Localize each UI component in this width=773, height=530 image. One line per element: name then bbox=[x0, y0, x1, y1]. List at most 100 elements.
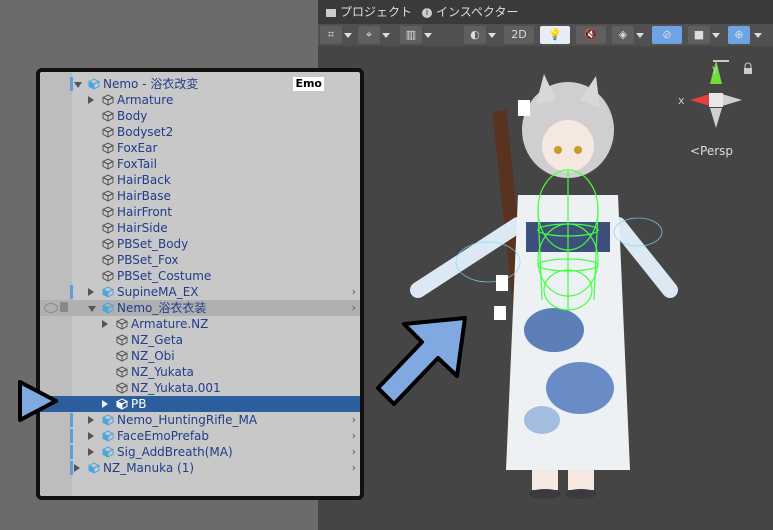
list-item[interactable]: Nemo_浴衣衣装 › bbox=[40, 300, 360, 316]
list-item-label: HairFront bbox=[117, 205, 172, 219]
hierarchy-panel[interactable]: Nemo - 浴衣改変 Emo Armature Body Bodyset2 FoxEar… bbox=[36, 68, 364, 500]
list-item-label: FoxEar bbox=[117, 141, 158, 155]
scene-view[interactable]: プロジェクト iインスペクター ⌗ ⌖ ▥ ◐ 2D 💡 🔇 ◈ ⊘ ■ ⊕ bbox=[318, 0, 773, 530]
lock-icon[interactable] bbox=[744, 62, 752, 74]
list-item-label: NZ_Obi bbox=[131, 349, 175, 363]
list-item[interactable]: FaceEmoPrefab › bbox=[40, 428, 360, 444]
list-item-label: NZ_Yukata bbox=[131, 365, 194, 379]
list-item[interactable]: HairFront bbox=[40, 204, 360, 220]
list-item[interactable]: NZ_Yukata.001 bbox=[40, 380, 360, 396]
prefab-override-bar bbox=[70, 445, 73, 459]
status-badge: Emo bbox=[293, 77, 324, 91]
prefab-cube-icon bbox=[102, 430, 114, 442]
gameobject-cube-icon bbox=[102, 142, 114, 154]
list-item[interactable]: PB bbox=[40, 396, 360, 412]
gameobject-cube-icon bbox=[102, 270, 114, 282]
list-item-label: HairSide bbox=[117, 221, 168, 235]
avatar-model[interactable] bbox=[410, 74, 678, 499]
list-item[interactable]: FoxTail bbox=[40, 156, 360, 172]
list-item-label: Body bbox=[117, 109, 148, 123]
chevron-right-icon[interactable]: › bbox=[352, 428, 356, 444]
visibility-eye-icon[interactable] bbox=[44, 303, 58, 313]
gameobject-cube-icon bbox=[102, 238, 114, 250]
pickable-hand-icon[interactable] bbox=[60, 302, 68, 312]
list-item[interactable]: FoxEar bbox=[40, 140, 360, 156]
list-item[interactable]: NZ_Manuka (1) › bbox=[40, 460, 360, 476]
list-item[interactable]: Sig_AddBreath(MA) › bbox=[40, 444, 360, 460]
list-item[interactable]: Bodyset2 bbox=[40, 124, 360, 140]
gameobject-cube-icon bbox=[102, 94, 114, 106]
chevron-right-icon[interactable]: › bbox=[352, 284, 356, 300]
list-item[interactable]: HairBack bbox=[40, 172, 360, 188]
gameobject-cube-icon bbox=[102, 158, 114, 170]
list-item[interactable]: Armature bbox=[40, 92, 360, 108]
prefab-cube-icon bbox=[102, 286, 114, 298]
list-item[interactable]: HairSide bbox=[40, 220, 360, 236]
gameobject-cube-icon bbox=[102, 254, 114, 266]
list-item-label: FaceEmoPrefab bbox=[117, 429, 210, 443]
list-item[interactable]: Nemo - 浴衣改変 Emo bbox=[40, 76, 360, 92]
prefab-override-bar bbox=[70, 413, 73, 427]
gameobject-cube-icon bbox=[116, 350, 128, 362]
gizmo-y-label: y bbox=[712, 64, 718, 75]
prefab-cube-icon bbox=[102, 302, 114, 314]
prefab-cube-icon bbox=[102, 414, 114, 426]
chevron-right-icon[interactable]: › bbox=[352, 444, 356, 460]
list-item-label: PB bbox=[131, 397, 147, 411]
collapsed-arrow-icon[interactable] bbox=[102, 400, 108, 408]
chevron-right-icon[interactable]: › bbox=[352, 300, 356, 316]
list-item-label: SupineMA_EX bbox=[117, 285, 199, 299]
list-item-label: HairBase bbox=[117, 189, 171, 203]
list-item[interactable]: SupineMA_EX › bbox=[40, 284, 360, 300]
prefab-cube-icon bbox=[116, 398, 128, 410]
collapsed-arrow-icon[interactable] bbox=[88, 96, 94, 104]
list-item-label: NZ_Manuka (1) bbox=[103, 461, 195, 475]
list-item[interactable]: NZ_Obi bbox=[40, 348, 360, 364]
prefab-override-bar bbox=[70, 461, 73, 475]
list-item-label: Nemo_浴衣衣装 bbox=[117, 301, 207, 315]
list-item[interactable]: PBSet_Costume bbox=[40, 268, 360, 284]
list-item-label: Armature.NZ bbox=[131, 317, 209, 331]
list-item[interactable]: HairBase bbox=[40, 188, 360, 204]
gameobject-cube-icon bbox=[116, 366, 128, 378]
list-item[interactable]: NZ_Yukata bbox=[40, 364, 360, 380]
gizmo-x-label: x bbox=[678, 94, 685, 107]
list-item-label: NZ_Yukata.001 bbox=[131, 381, 221, 395]
list-item[interactable]: Nemo_HuntingRifle_MA › bbox=[40, 412, 360, 428]
chevron-right-icon[interactable]: › bbox=[352, 460, 356, 476]
gameobject-cube-icon bbox=[116, 318, 128, 330]
collapsed-arrow-icon[interactable] bbox=[88, 288, 94, 296]
list-item-label: Bodyset2 bbox=[117, 125, 174, 139]
list-item-label: Nemo - 浴衣改変 bbox=[103, 77, 199, 91]
list-item[interactable]: Armature.NZ bbox=[40, 316, 360, 332]
gameobject-cube-icon bbox=[102, 126, 114, 138]
collapsed-arrow-icon[interactable] bbox=[88, 416, 94, 424]
list-item-label: HairBack bbox=[117, 173, 171, 187]
list-item[interactable]: PBSet_Fox bbox=[40, 252, 360, 268]
gameobject-cube-icon bbox=[102, 174, 114, 186]
prefab-cube-icon bbox=[88, 462, 100, 474]
scene-canvas bbox=[410, 60, 752, 499]
collapsed-arrow-icon[interactable] bbox=[102, 320, 108, 328]
gameobject-cube-icon bbox=[102, 206, 114, 218]
gameobject-cube-icon bbox=[102, 110, 114, 122]
prefab-override-bar bbox=[70, 77, 73, 91]
prefab-cube-icon bbox=[102, 446, 114, 458]
gameobject-cube-icon bbox=[102, 222, 114, 234]
collapsed-arrow-icon[interactable] bbox=[88, 432, 94, 440]
list-item-label: Sig_AddBreath(MA) bbox=[117, 445, 233, 459]
collapsed-arrow-icon[interactable] bbox=[74, 464, 80, 472]
perspective-label[interactable]: <Persp bbox=[690, 144, 733, 158]
expanded-arrow-icon[interactable] bbox=[74, 82, 82, 88]
gameobject-cube-icon bbox=[116, 334, 128, 346]
chevron-right-icon[interactable]: › bbox=[352, 412, 356, 428]
expanded-arrow-icon[interactable] bbox=[88, 306, 96, 312]
list-item-label: NZ_Geta bbox=[131, 333, 183, 347]
list-item[interactable]: NZ_Geta bbox=[40, 332, 360, 348]
gameobject-cube-icon bbox=[102, 190, 114, 202]
list-item[interactable]: PBSet_Body bbox=[40, 236, 360, 252]
collapsed-arrow-icon[interactable] bbox=[88, 448, 94, 456]
list-item[interactable]: Body bbox=[40, 108, 360, 124]
kebab-menu-icon[interactable] bbox=[713, 60, 729, 62]
prefab-cube-icon bbox=[88, 78, 100, 90]
